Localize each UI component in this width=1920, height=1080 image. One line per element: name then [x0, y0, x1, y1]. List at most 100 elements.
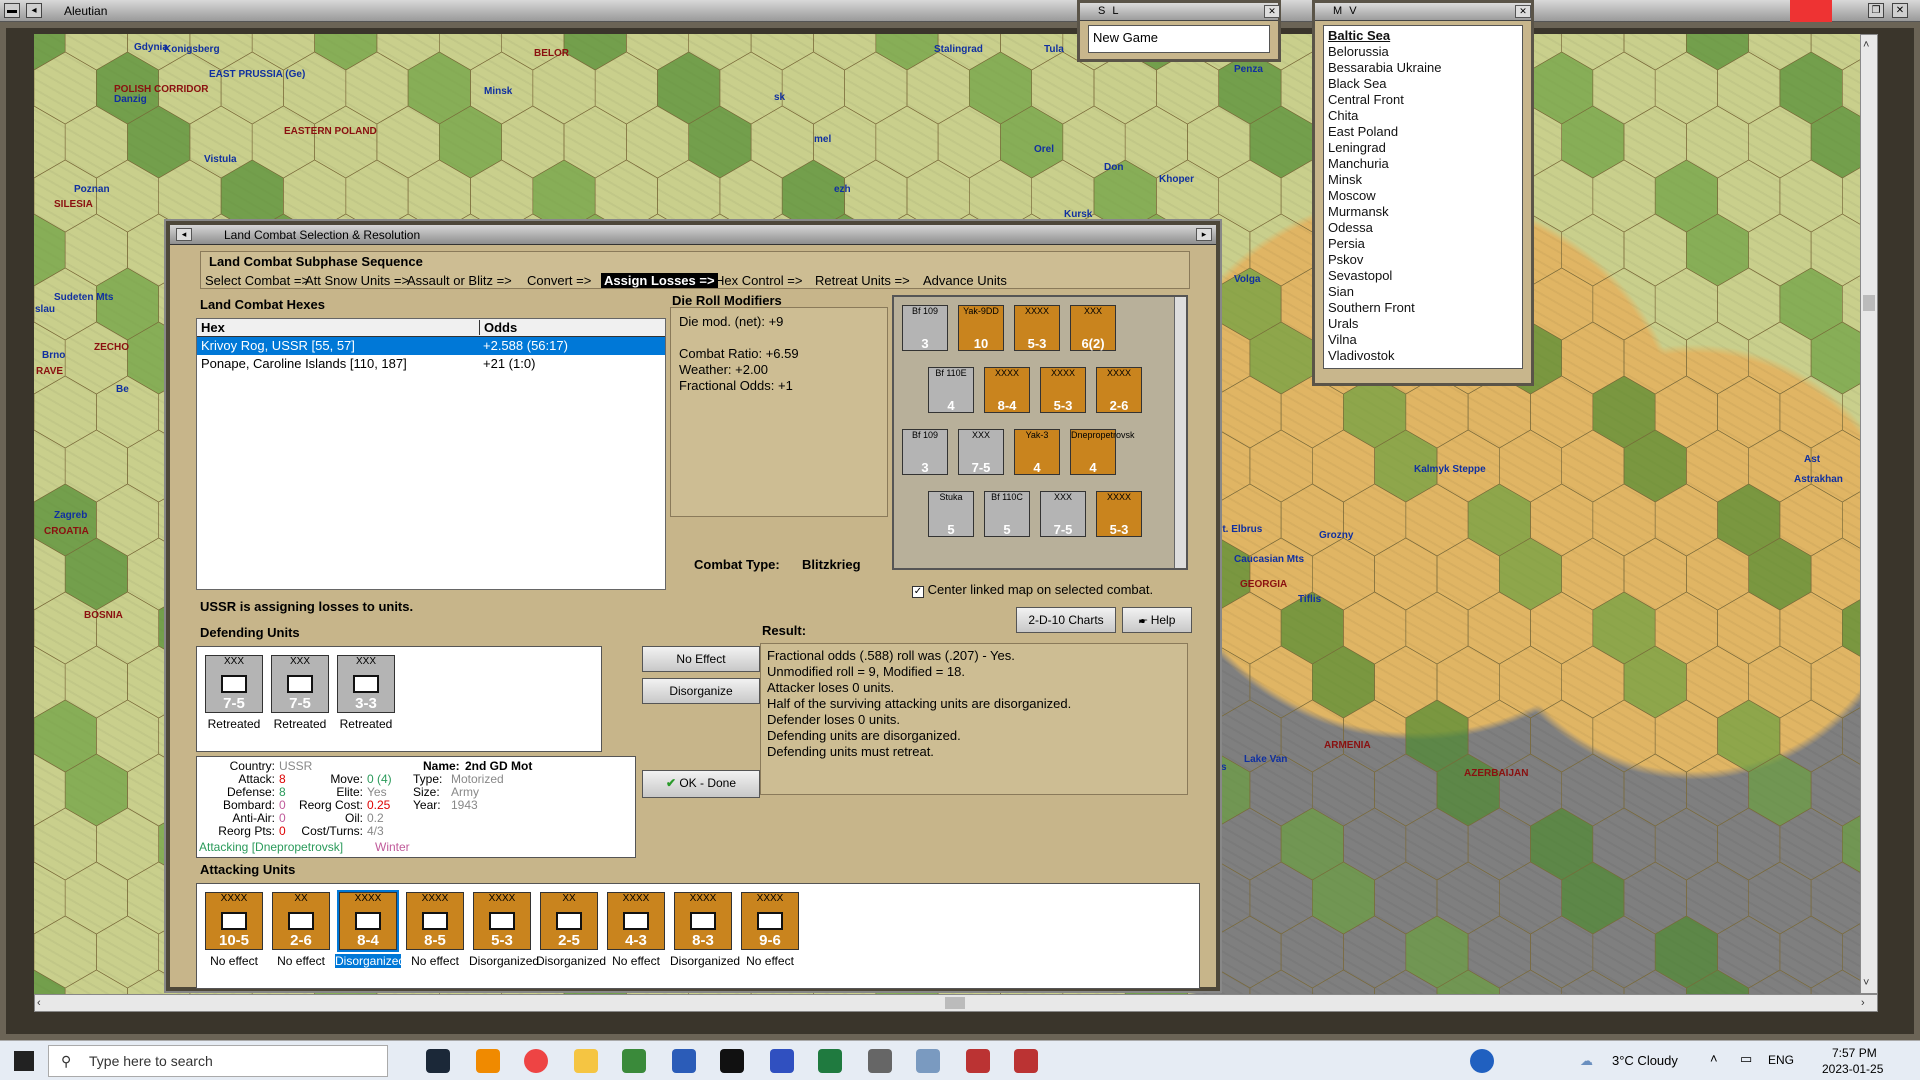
mini-map-counter[interactable]: Stuka 5 [928, 491, 974, 537]
map-view-item[interactable]: Pskov [1328, 252, 1518, 268]
attacking-unit-counter[interactable]: XXXX 9-6 [741, 892, 799, 950]
no-effect-button[interactable]: No Effect [642, 646, 760, 672]
window-restore-icon[interactable]: ❐ [1868, 3, 1884, 18]
game-app-icon[interactable] [966, 1049, 990, 1073]
mini-map-counter[interactable]: Yak-3 4 [1014, 429, 1060, 475]
mv-close-icon[interactable]: ✕ [1515, 5, 1531, 18]
disney-icon[interactable] [770, 1049, 794, 1073]
mini-map-counter[interactable]: XXX 6(2) [1070, 305, 1116, 351]
help-tray-icon[interactable] [1470, 1049, 1494, 1073]
mini-map-counter[interactable]: XXXX 2-6 [1096, 367, 1142, 413]
scroll-thumb[interactable] [945, 997, 965, 1009]
sequence-step[interactable]: Hex Control => [715, 273, 802, 288]
app-menu-icon[interactable]: ▬ [4, 3, 20, 18]
window-close-icon[interactable]: ✕ [1892, 3, 1908, 18]
map-view-item[interactable]: Baltic Sea [1328, 28, 1518, 44]
mini-map-counter[interactable]: XXX 7-5 [1040, 491, 1086, 537]
hex-column-header[interactable]: Hex [201, 320, 225, 335]
mini-map-counter[interactable]: XXX 7-5 [958, 429, 1004, 475]
mini-map-counter[interactable]: Bf 109 3 [902, 429, 948, 475]
odds-column-header[interactable]: Odds [479, 320, 659, 335]
restore-icon[interactable]: ◂ [26, 3, 42, 18]
sequence-step[interactable]: Assign Losses => [601, 273, 718, 288]
map-view-item[interactable]: Vladivostok [1328, 348, 1518, 364]
attacking-unit-counter[interactable]: XXXX 5-3 [473, 892, 531, 950]
word-icon[interactable] [672, 1049, 696, 1073]
clock-time[interactable]: 7:57 PM [1832, 1046, 1877, 1060]
map-view-item[interactable]: Sian [1328, 284, 1518, 300]
attacking-unit-counter[interactable]: XXXX 8-4 [337, 890, 399, 952]
map-horizontal-scrollbar[interactable]: ‹ › [34, 994, 1878, 1012]
file-explorer-icon[interactable] [574, 1049, 598, 1073]
map-view-item[interactable]: Persia [1328, 236, 1518, 252]
sequence-step[interactable]: Select Combat => [205, 273, 309, 288]
chrome-icon[interactable] [524, 1049, 548, 1073]
sequence-step[interactable]: Convert => [527, 273, 591, 288]
combat-mini-map[interactable]: Bf 109 3 Yak-9DD 10 XXXX 5-3 XXX 6(2) Bf 110E 4 XX… [892, 295, 1188, 570]
map-view-item[interactable]: Sevastopol [1328, 268, 1518, 284]
mini-map-counter[interactable]: XXXX 5-3 [1014, 305, 1060, 351]
windows-start-icon[interactable] [14, 1051, 34, 1071]
map-view-item[interactable]: East Poland [1328, 124, 1518, 140]
dialog-close-icon[interactable]: ▸ [1196, 228, 1212, 241]
chevron-up-icon[interactable]: ˄ [1710, 1051, 1718, 1066]
map-view-item[interactable]: Manchuria [1328, 156, 1518, 172]
sequence-step[interactable]: Advance Units [923, 273, 1007, 288]
sl-new-game-item[interactable]: New Game [1088, 25, 1270, 53]
combat-hex-row[interactable]: Ponape, Caroline Islands [110, 187] +21 (… [197, 355, 665, 373]
map-view-item[interactable]: Central Front [1328, 92, 1518, 108]
map-view-item[interactable]: Black Sea [1328, 76, 1518, 92]
map-view-item[interactable]: Belorussia [1328, 44, 1518, 60]
mini-map-counter[interactable]: Bf 110E 4 [928, 367, 974, 413]
attacking-unit-counter[interactable]: XXXX 4-3 [607, 892, 665, 950]
attacking-unit-counter[interactable]: XXXX 8-3 [674, 892, 732, 950]
vlc-icon[interactable] [476, 1049, 500, 1073]
defending-unit-counter[interactable]: XXX 3-3 [337, 655, 395, 713]
calculator-icon[interactable] [868, 1049, 892, 1073]
map-view-item[interactable]: Chita [1328, 108, 1518, 124]
scroll-thumb-v[interactable] [1863, 295, 1875, 311]
sequence-step[interactable]: Assault or Blitz => [407, 273, 512, 288]
mini-map-counter[interactable]: Bf 109 3 [902, 305, 948, 351]
scroll-right-icon[interactable]: › [1861, 995, 1865, 1011]
map-view-item[interactable]: Minsk [1328, 172, 1518, 188]
attacking-unit-counter[interactable]: XXXX 8-5 [406, 892, 464, 950]
ok-done-button[interactable]: ✔ OK - Done [642, 770, 760, 798]
map-view-item[interactable]: Southern Front [1328, 300, 1518, 316]
map-view-item[interactable]: Murmansk [1328, 204, 1518, 220]
map-view-item[interactable]: Vilna [1328, 332, 1518, 348]
mini-map-counter[interactable]: XXXX 8-4 [984, 367, 1030, 413]
dialog-menu-icon[interactable]: ◂ [176, 228, 192, 241]
mini-map-counter[interactable]: XXXX 5-3 [1096, 491, 1142, 537]
attacking-unit-counter[interactable]: XXXX 10-5 [205, 892, 263, 950]
app-window-icon[interactable] [916, 1049, 940, 1073]
taskbar-search[interactable]: ⚲ Type here to search [48, 1045, 388, 1077]
charts-button[interactable]: 2-D-10 Charts [1016, 607, 1116, 633]
game-app-icon-2[interactable] [1014, 1049, 1038, 1073]
sequence-step[interactable]: Att Snow Units => [305, 273, 409, 288]
map-view-item[interactable]: Leningrad [1328, 140, 1518, 156]
defending-unit-counter[interactable]: XXX 7-5 [205, 655, 263, 713]
attacking-unit-counter[interactable]: XX 2-5 [540, 892, 598, 950]
notepad-icon[interactable] [622, 1049, 646, 1073]
map-view-item[interactable]: Bessarabia Ukraine [1328, 60, 1518, 76]
map-view-item[interactable]: Odessa [1328, 220, 1518, 236]
attacking-unit-counter[interactable]: XX 2-6 [272, 892, 330, 950]
center-map-checkbox-row[interactable]: ✓ Center linked map on selected combat. [912, 582, 1153, 598]
mini-map-scrollbar[interactable] [1174, 297, 1186, 568]
map-view-item[interactable]: Urals [1328, 316, 1518, 332]
weather-text[interactable]: 3°C Cloudy [1612, 1053, 1678, 1068]
scroll-left-icon[interactable]: ‹ [37, 995, 41, 1011]
network-icon[interactable]: ▭ [1740, 1051, 1752, 1067]
sl-close-icon[interactable]: ✕ [1264, 5, 1280, 18]
mini-map-counter[interactable]: Bf 110C 5 [984, 491, 1030, 537]
scroll-down-icon[interactable]: ˅ [1863, 975, 1869, 991]
map-view-item[interactable]: Moscow [1328, 188, 1518, 204]
disorganize-button[interactable]: Disorganize [642, 678, 760, 704]
mini-map-counter[interactable]: Yak-9DD 10 [958, 305, 1004, 351]
combat-hex-row[interactable]: Krivoy Rog, USSR [55, 57] +2.588 (56:17) [197, 337, 665, 355]
defending-unit-counter[interactable]: XXX 7-5 [271, 655, 329, 713]
language-indicator[interactable]: ENG [1768, 1053, 1794, 1067]
netflix-icon[interactable] [720, 1049, 744, 1073]
clock-date[interactable]: 2023-01-25 [1822, 1062, 1883, 1076]
